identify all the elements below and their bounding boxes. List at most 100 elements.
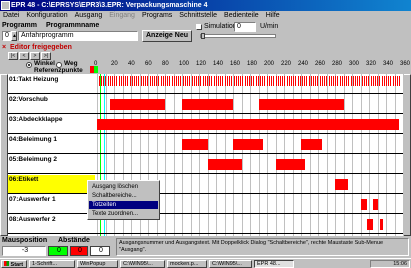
heating-pulse-tick[interactable] — [370, 76, 372, 86]
heating-pulse-tick[interactable] — [275, 76, 277, 86]
heating-pulse-tick[interactable] — [114, 76, 116, 86]
heating-pulse-tick[interactable] — [383, 76, 385, 86]
simulation-slider[interactable] — [200, 33, 276, 39]
heating-pulse-tick[interactable] — [237, 76, 239, 86]
heating-pulse-tick[interactable] — [363, 76, 365, 86]
heating-pulse-tick[interactable] — [306, 76, 308, 86]
output-row-label[interactable]: 06:Etikett — [8, 175, 95, 194]
heating-pulse-tick[interactable] — [125, 76, 127, 86]
heating-pulse-tick[interactable] — [332, 76, 334, 86]
heating-pulse-tick[interactable] — [171, 76, 173, 86]
heating-pulse-tick[interactable] — [337, 76, 339, 86]
heating-pulse-tick[interactable] — [222, 76, 224, 86]
start-button[interactable]: Start — [1, 260, 27, 268]
heating-pulse-tick[interactable] — [321, 76, 323, 86]
heating-pulse-tick[interactable] — [399, 76, 401, 86]
heating-pulse-tick[interactable] — [129, 76, 131, 86]
heating-pulse-tick[interactable] — [173, 76, 175, 86]
heating-pulse-tick[interactable] — [266, 76, 268, 86]
heating-pulse-tick[interactable] — [153, 76, 155, 86]
heating-pulse-tick[interactable] — [268, 76, 270, 86]
heating-pulse-tick[interactable] — [397, 76, 399, 86]
heating-pulse-tick[interactable] — [224, 76, 226, 86]
heating-pulse-tick[interactable] — [324, 76, 326, 86]
close-icon[interactable]: × — [2, 43, 6, 52]
program-spinner[interactable]: ▲ — [11, 31, 17, 41]
switch-range-bar[interactable] — [182, 139, 208, 150]
heating-pulse-tick[interactable] — [377, 76, 379, 86]
heating-pulse-tick[interactable] — [156, 76, 158, 86]
heating-pulse-tick[interactable] — [107, 76, 109, 86]
heating-pulse-tick[interactable] — [355, 76, 357, 86]
heating-pulse-tick[interactable] — [374, 76, 376, 86]
heating-pulse-tick[interactable] — [233, 76, 235, 86]
taskbar-task-3[interactable]: mocken.p... — [167, 260, 207, 268]
left-scrollbar[interactable] — [0, 74, 8, 236]
heating-pulse-tick[interactable] — [165, 76, 166, 86]
heating-pulse-tick[interactable] — [231, 76, 233, 86]
heating-pulse-tick[interactable] — [184, 76, 186, 86]
heating-pulse-tick[interactable] — [136, 76, 138, 86]
output-row-label[interactable]: 04:Beleimung 1 — [8, 135, 95, 144]
heating-pulse-tick[interactable] — [288, 76, 290, 86]
switch-range-bar[interactable] — [360, 199, 368, 210]
context-menu-item-3[interactable]: Texte zuordnen... — [89, 210, 158, 218]
heating-pulse-tick[interactable] — [189, 76, 191, 86]
heating-pulse-tick[interactable] — [111, 76, 113, 86]
taskbar-task-0[interactable]: 1-Schrift... — [29, 260, 75, 268]
heating-pulse-tick[interactable] — [357, 76, 359, 86]
heating-pulse-tick[interactable] — [390, 76, 392, 86]
switch-range-bar[interactable] — [367, 219, 374, 230]
output-row-label[interactable]: 01:Takt Heizung — [8, 75, 95, 84]
context-menu-item-1[interactable]: Schaltbereiche... — [89, 192, 158, 200]
heating-pulse-tick[interactable] — [218, 76, 220, 86]
heating-pulse-tick[interactable] — [328, 76, 330, 86]
heating-pulse-tick[interactable] — [257, 76, 259, 86]
heating-pulse-tick[interactable] — [326, 76, 328, 86]
heating-pulse-tick[interactable] — [147, 76, 149, 86]
heating-pulse-tick[interactable] — [167, 76, 169, 86]
simulation-checkbox[interactable] — [196, 24, 202, 30]
heating-pulse-tick[interactable] — [176, 76, 178, 86]
heating-pulse-tick[interactable] — [392, 76, 394, 86]
heating-pulse-tick[interactable] — [134, 76, 136, 86]
heating-pulse-tick[interactable] — [366, 76, 368, 86]
heating-pulse-tick[interactable] — [394, 76, 396, 86]
switch-range-bar[interactable] — [97, 119, 399, 130]
heating-pulse-tick[interactable] — [339, 76, 341, 86]
heating-pulse-tick[interactable] — [350, 76, 352, 86]
heating-pulse-tick[interactable] — [138, 76, 140, 86]
heating-pulse-tick[interactable] — [118, 76, 120, 86]
heating-pulse-tick[interactable] — [109, 76, 111, 86]
heating-pulse-tick[interactable] — [213, 76, 215, 86]
output-row-label[interactable]: 05:Beleimung 2 — [8, 155, 95, 164]
heating-pulse-tick[interactable] — [297, 76, 299, 86]
timing-grid[interactable]: 01:Takt Heizung 02:Vorschub 03:Abdeckklapp… — [0, 74, 411, 236]
heating-pulse-tick[interactable] — [361, 76, 363, 86]
heating-pulse-tick[interactable] — [162, 76, 164, 86]
heating-pulse-tick[interactable] — [310, 76, 312, 86]
heating-pulse-tick[interactable] — [279, 76, 281, 86]
heating-pulse-tick[interactable] — [198, 76, 200, 86]
heating-pulse-tick[interactable] — [302, 76, 304, 86]
heating-pulse-tick[interactable] — [240, 76, 242, 86]
heating-pulse-tick[interactable] — [182, 76, 184, 86]
menu-item-6[interactable]: Bedienteile — [221, 11, 263, 21]
switch-range-bar[interactable] — [258, 99, 344, 110]
heating-pulse-tick[interactable] — [131, 76, 133, 86]
menu-item-2[interactable]: Ausgang — [72, 11, 107, 21]
app-icon[interactable] — [1, 1, 10, 10]
output-row-label[interactable]: 08:Auswerfer 2 — [8, 215, 95, 224]
right-scrollbar[interactable] — [403, 74, 411, 236]
show-new-button[interactable]: Anzeige Neu — [142, 30, 192, 42]
heating-pulse-tick[interactable] — [120, 76, 122, 86]
heating-pulse-tick[interactable] — [151, 76, 153, 86]
heating-pulse-tick[interactable] — [248, 76, 250, 86]
heating-pulse-tick[interactable] — [169, 76, 171, 86]
heating-pulse-tick[interactable] — [330, 76, 332, 86]
menu-item-3[interactable]: Eingang — [106, 11, 139, 21]
heating-pulse-tick[interactable] — [335, 76, 337, 86]
heating-pulse-tick[interactable] — [204, 76, 206, 86]
heating-pulse-tick[interactable] — [226, 76, 228, 86]
heating-pulse-tick[interactable] — [195, 76, 197, 86]
